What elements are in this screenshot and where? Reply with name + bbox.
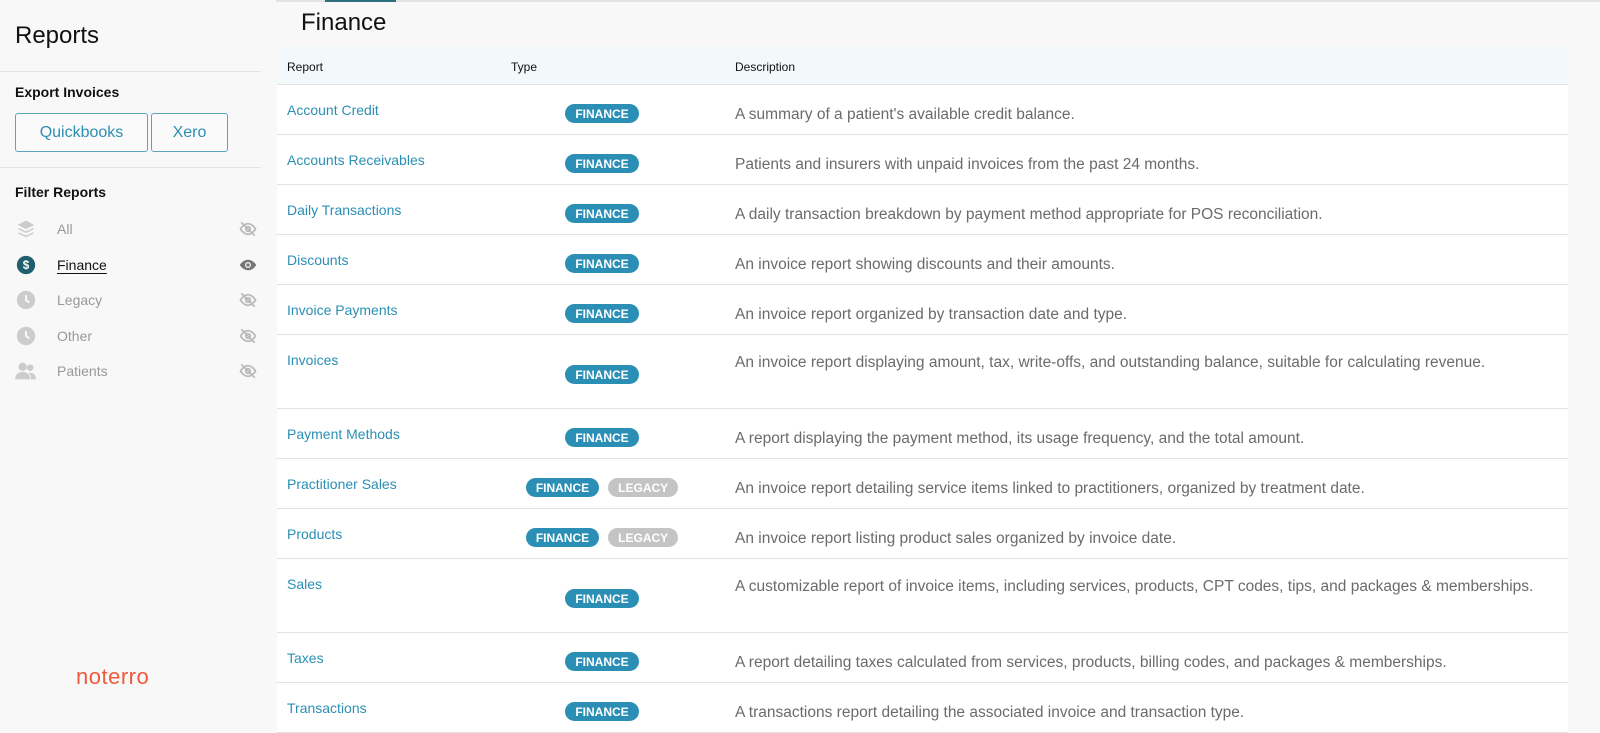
filter-label: All bbox=[57, 221, 73, 237]
report-link[interactable]: Invoice Payments bbox=[287, 302, 398, 318]
report-description: A customizable report of invoice items, … bbox=[735, 578, 1534, 595]
active-tab-indicator bbox=[325, 0, 396, 2]
reports-table: Report Type Description Account Credit FI… bbox=[277, 46, 1568, 733]
table-row: Discounts FINANCE An invoice report showin… bbox=[277, 235, 1568, 285]
finance-badge: FINANCE bbox=[565, 702, 639, 721]
table-row: Invoice Payments FINANCE An invoice report… bbox=[277, 285, 1568, 335]
finance-badge: FINANCE bbox=[525, 478, 600, 497]
table-row: Sales FINANCE A customizable report of inv… bbox=[277, 559, 1568, 633]
xero-button[interactable]: Xero bbox=[151, 113, 228, 152]
type-badges: FINANCE bbox=[497, 304, 707, 323]
table-row: Transactions FINANCE A transactions report… bbox=[277, 683, 1568, 733]
sidebar-title: Reports bbox=[15, 22, 100, 49]
finance-badge: FINANCE bbox=[565, 428, 639, 447]
report-link[interactable]: Taxes bbox=[287, 650, 324, 666]
report-link[interactable]: Products bbox=[287, 526, 342, 542]
type-badges: FINANCE bbox=[497, 254, 707, 273]
report-description: A daily transaction breakdown by payment… bbox=[735, 206, 1323, 223]
finance-badge: FINANCE bbox=[565, 104, 639, 123]
type-badges: FINANCE bbox=[497, 365, 707, 384]
type-badges: FINANCE bbox=[497, 589, 707, 608]
legacy-badge: LEGACY bbox=[608, 478, 679, 497]
report-description: A report displaying the payment method, … bbox=[735, 430, 1305, 447]
page-title: Finance bbox=[301, 9, 387, 36]
table-row: Account Credit FINANCE A summary of a pati… bbox=[277, 85, 1568, 135]
report-description: An invoice report detailing service item… bbox=[735, 480, 1365, 497]
finance-badge: FINANCE bbox=[565, 365, 639, 384]
column-header-type: Type bbox=[511, 60, 538, 74]
filter-heading: Filter Reports bbox=[15, 184, 107, 200]
filter-item-finance[interactable]: $ Finance bbox=[15, 253, 260, 277]
report-link[interactable]: Sales bbox=[287, 576, 322, 592]
noterro-logo: noterro bbox=[76, 664, 150, 689]
filter-item-all[interactable]: All bbox=[15, 217, 260, 241]
table-row: Daily Transactions FINANCE A daily transac… bbox=[277, 185, 1568, 235]
report-link[interactable]: Discounts bbox=[287, 252, 348, 268]
report-link[interactable]: Account Credit bbox=[287, 102, 379, 118]
sidebar: Reports Export Invoices Quickbooks Xero … bbox=[0, 0, 276, 722]
table-row: Invoices FINANCE An invoice report display… bbox=[277, 335, 1568, 409]
table-row: Taxes FINANCE A report detailing taxes cal… bbox=[277, 633, 1568, 683]
filter-label: Finance bbox=[57, 256, 107, 273]
legacy-badge: LEGACY bbox=[608, 528, 679, 547]
svg-text:$: $ bbox=[23, 259, 30, 272]
report-link[interactable]: Accounts Receivables bbox=[287, 152, 425, 168]
eye-icon[interactable] bbox=[239, 256, 257, 279]
type-badges: FINANCE LEGACY bbox=[497, 528, 707, 547]
report-description: An invoice report displaying amount, tax… bbox=[735, 354, 1486, 371]
report-link[interactable]: Daily Transactions bbox=[287, 202, 401, 218]
users-icon bbox=[15, 360, 37, 382]
finance-badge: FINANCE bbox=[565, 254, 639, 273]
export-heading: Export Invoices bbox=[15, 84, 120, 100]
table-row: Practitioner Sales FINANCE LEGACY An invoic… bbox=[277, 459, 1568, 509]
column-header-report: Report bbox=[287, 60, 324, 74]
finance-badge: FINANCE bbox=[565, 304, 639, 323]
dollar-icon: $ bbox=[15, 254, 37, 276]
table-row: Accounts Receivables FINANCE Patients and … bbox=[277, 135, 1568, 185]
table-header: Report Type Description bbox=[277, 46, 1568, 85]
report-description: An invoice report listing product sales … bbox=[735, 530, 1177, 547]
table-row: Products FINANCE LEGACY An invoice report l… bbox=[277, 509, 1568, 559]
type-badges: FINANCE bbox=[497, 652, 707, 671]
report-description: A report detailing taxes calculated from… bbox=[735, 654, 1447, 671]
eye-off-icon[interactable] bbox=[239, 362, 257, 385]
filter-item-other[interactable]: Other bbox=[15, 324, 260, 348]
report-description: An invoice report organized by transacti… bbox=[735, 306, 1128, 323]
eye-off-icon[interactable] bbox=[239, 220, 257, 243]
report-link[interactable]: Practitioner Sales bbox=[287, 476, 397, 492]
type-badges: FINANCE bbox=[497, 428, 707, 447]
finance-badge: FINANCE bbox=[565, 589, 639, 608]
filter-item-patients[interactable]: Patients bbox=[15, 359, 260, 383]
type-badges: FINANCE LEGACY bbox=[497, 478, 707, 497]
report-description: A summary of a patient's available credi… bbox=[735, 106, 1075, 123]
report-link[interactable]: Transactions bbox=[287, 700, 367, 716]
clock-icon bbox=[15, 325, 37, 347]
eye-off-icon[interactable] bbox=[239, 291, 257, 314]
finance-badge: FINANCE bbox=[565, 154, 639, 173]
filter-label: Legacy bbox=[57, 292, 103, 308]
report-link[interactable]: Invoices bbox=[287, 352, 338, 368]
finance-badge: FINANCE bbox=[525, 528, 600, 547]
layers-icon bbox=[15, 218, 37, 240]
quickbooks-button[interactable]: Quickbooks bbox=[15, 113, 148, 152]
type-badges: FINANCE bbox=[497, 154, 707, 173]
type-badges: FINANCE bbox=[497, 702, 707, 721]
type-badges: FINANCE bbox=[497, 204, 707, 223]
report-description: A transactions report detailing the asso… bbox=[735, 704, 1245, 721]
divider bbox=[0, 71, 261, 72]
clock-icon bbox=[15, 289, 37, 311]
filter-label: Patients bbox=[57, 363, 108, 379]
finance-badge: FINANCE bbox=[565, 652, 639, 671]
finance-badge: FINANCE bbox=[565, 204, 639, 223]
column-header-description: Description bbox=[735, 60, 796, 74]
filter-label: Other bbox=[57, 327, 93, 344]
report-description: An invoice report showing discounts and … bbox=[735, 256, 1115, 273]
report-description: Patients and insurers with unpaid invoic… bbox=[735, 156, 1200, 173]
divider bbox=[0, 167, 261, 168]
filter-item-legacy[interactable]: Legacy bbox=[15, 288, 260, 312]
type-badges: FINANCE bbox=[497, 104, 707, 123]
table-row: Payment Methods FINANCE A report displayin… bbox=[277, 409, 1568, 459]
report-link[interactable]: Payment Methods bbox=[287, 426, 400, 442]
eye-off-icon[interactable] bbox=[239, 327, 257, 350]
